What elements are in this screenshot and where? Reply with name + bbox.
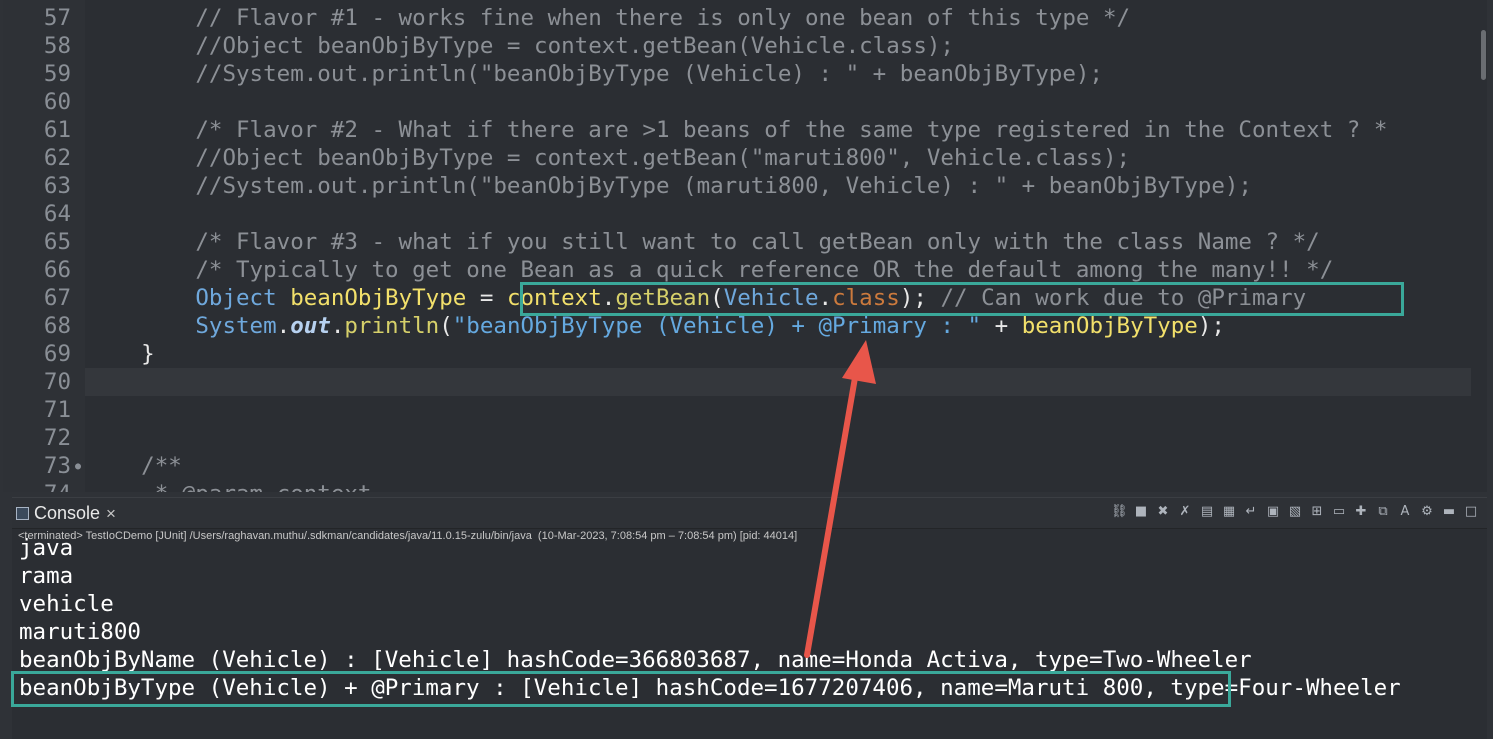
annotation-arrow	[804, 340, 876, 658]
